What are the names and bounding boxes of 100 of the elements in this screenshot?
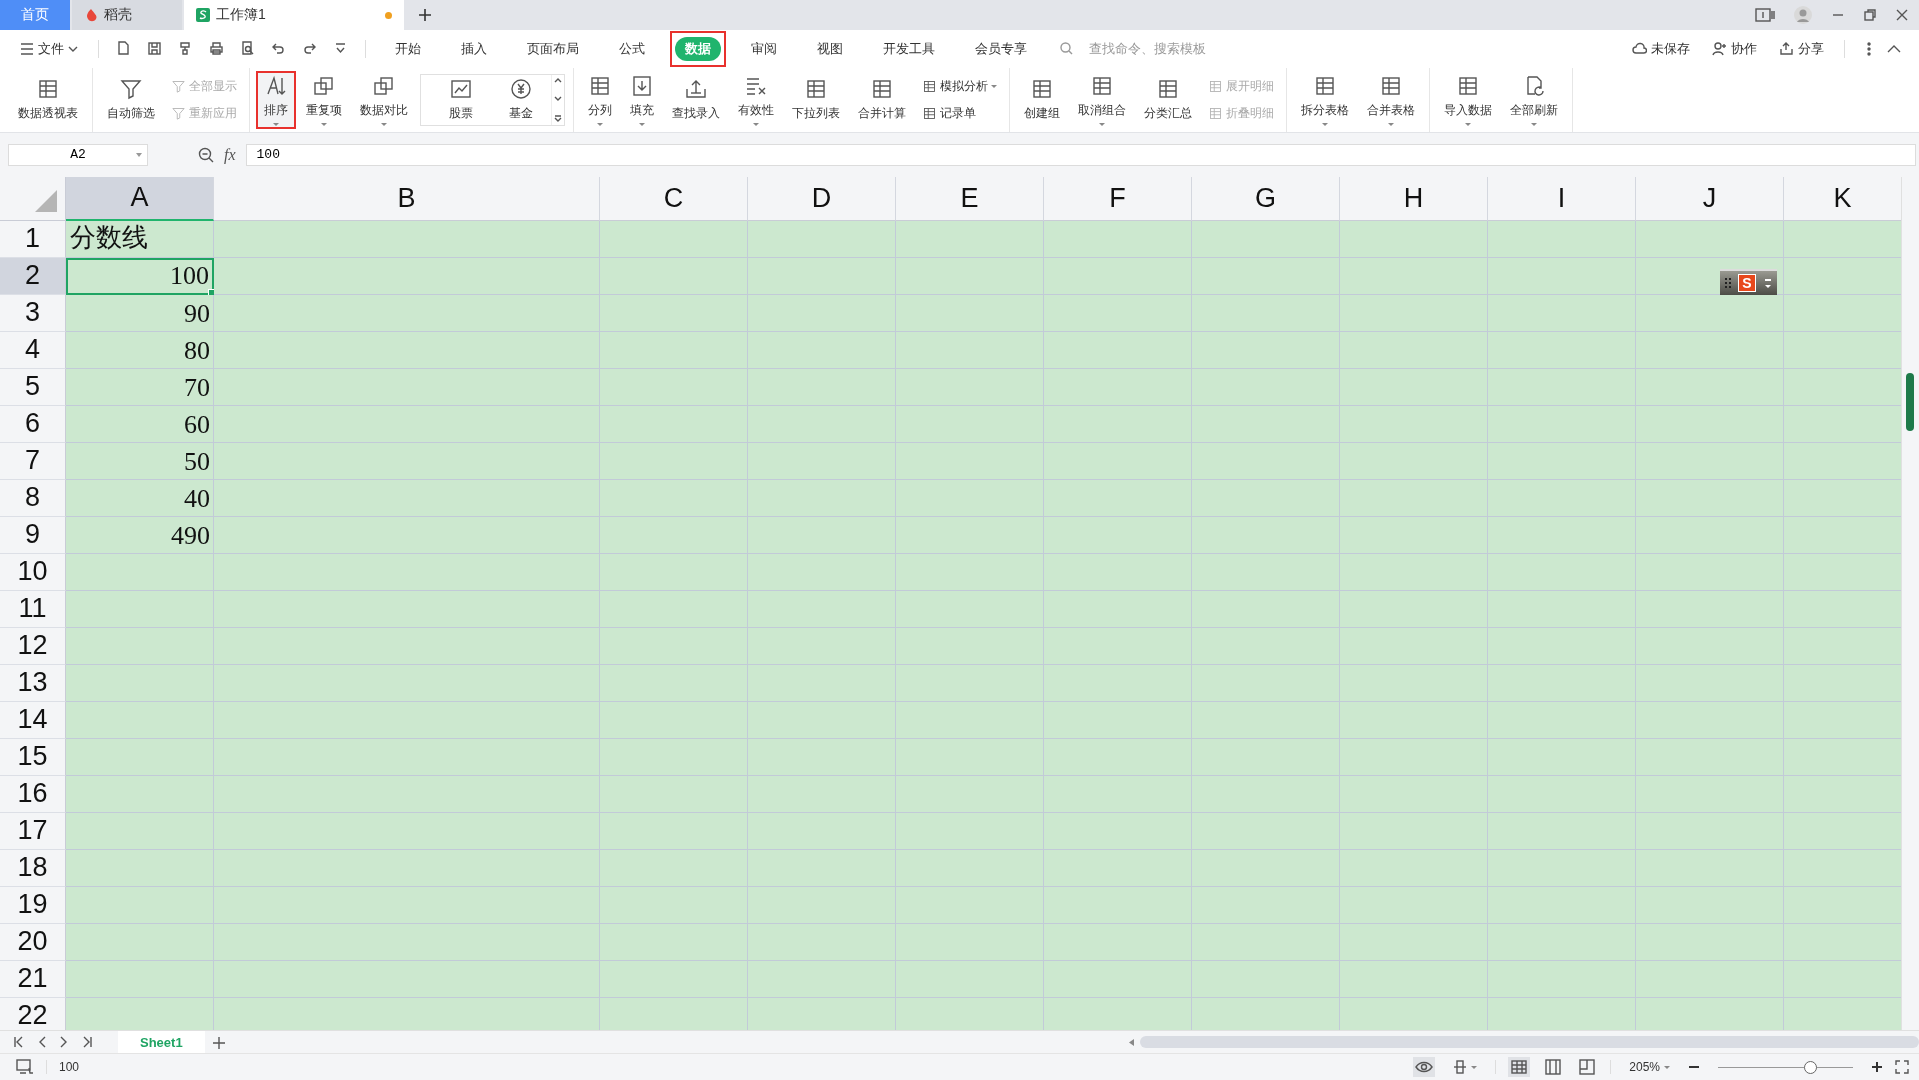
table-cell[interactable]: [1488, 590, 1636, 628]
table-cell[interactable]: [1044, 960, 1192, 998]
table-cell[interactable]: [214, 812, 600, 850]
table-cell[interactable]: [1784, 405, 1902, 443]
table-cell[interactable]: [1044, 294, 1192, 332]
table-cell[interactable]: [1044, 923, 1192, 961]
table-cell[interactable]: [600, 775, 748, 813]
table-cell[interactable]: [1044, 590, 1192, 628]
table-cell[interactable]: [896, 997, 1044, 1030]
row-header[interactable]: 11: [0, 590, 66, 628]
table-cell[interactable]: [896, 886, 1044, 924]
table-cell[interactable]: [1192, 220, 1340, 258]
table-cell[interactable]: [896, 442, 1044, 480]
scroll-left-icon[interactable]: [1129, 1038, 1134, 1046]
table-cell[interactable]: [600, 923, 748, 961]
table-cell[interactable]: [1192, 775, 1340, 813]
table-cell[interactable]: [896, 849, 1044, 887]
brush-icon[interactable]: [178, 41, 193, 57]
table-cell[interactable]: [1192, 812, 1340, 850]
table-cell[interactable]: [1488, 516, 1636, 554]
table-cell[interactable]: [1044, 257, 1192, 295]
table-cell[interactable]: [600, 997, 748, 1030]
table-cell[interactable]: [1784, 220, 1902, 258]
avatar-icon[interactable]: [1793, 5, 1813, 25]
table-cell[interactable]: [214, 738, 600, 776]
table-cell[interactable]: [1340, 849, 1488, 887]
table-cell[interactable]: [214, 997, 600, 1030]
table-cell[interactable]: [896, 627, 1044, 665]
ribbon-button[interactable]: 记录单: [920, 102, 999, 124]
scrollbar-thumb[interactable]: [1906, 372, 1914, 431]
table-cell[interactable]: [1636, 405, 1784, 443]
table-cell[interactable]: [1636, 368, 1784, 406]
table-cell[interactable]: [600, 479, 748, 517]
table-cell[interactable]: 40: [66, 479, 214, 517]
row-header[interactable]: 15: [0, 738, 66, 776]
table-cell[interactable]: [1340, 479, 1488, 517]
table-cell[interactable]: [1784, 627, 1902, 665]
table-cell[interactable]: [214, 590, 600, 628]
table-cell[interactable]: 80: [66, 331, 214, 369]
table-cell[interactable]: [600, 738, 748, 776]
table-cell[interactable]: [1488, 442, 1636, 480]
table-cell[interactable]: [1784, 590, 1902, 628]
table-cell[interactable]: [1784, 331, 1902, 369]
table-cell[interactable]: [1044, 812, 1192, 850]
toolbar-button[interactable]: 未保存: [1624, 36, 1698, 61]
table-cell[interactable]: [1192, 960, 1340, 998]
ribbon-button[interactable]: 合并表格: [1359, 70, 1423, 129]
ribbon-button[interactable]: 下拉列表: [784, 70, 848, 129]
table-cell[interactable]: [214, 923, 600, 961]
table-cell[interactable]: [600, 960, 748, 998]
minimize-icon[interactable]: [1763, 276, 1773, 289]
table-cell[interactable]: [896, 479, 1044, 517]
row-header[interactable]: 3: [0, 294, 66, 332]
row-header[interactable]: 8: [0, 479, 66, 517]
horizontal-scrollbar[interactable]: [1140, 1036, 1919, 1048]
table-cell[interactable]: [1784, 516, 1902, 554]
table-cell[interactable]: [1488, 997, 1636, 1030]
row-header[interactable]: 14: [0, 701, 66, 739]
table-cell[interactable]: [600, 516, 748, 554]
table-cell[interactable]: [1488, 738, 1636, 776]
table-cell[interactable]: [1340, 960, 1488, 998]
table-cell[interactable]: [896, 775, 1044, 813]
table-cell[interactable]: [1340, 923, 1488, 961]
table-cell[interactable]: [1340, 997, 1488, 1030]
ribbon-tab[interactable]: 页面布局: [512, 30, 594, 67]
table-cell[interactable]: [1488, 849, 1636, 887]
ribbon-button[interactable]: 模拟分析: [920, 75, 999, 97]
table-cell[interactable]: [748, 257, 896, 295]
table-cell[interactable]: [748, 220, 896, 258]
table-cell[interactable]: [1192, 442, 1340, 480]
table-cell[interactable]: [214, 849, 600, 887]
column-header[interactable]: B: [214, 176, 600, 221]
ribbon-button[interactable]: 自动筛选: [99, 70, 163, 129]
table-cell[interactable]: [1340, 331, 1488, 369]
table-cell[interactable]: [600, 294, 748, 332]
row-header[interactable]: 13: [0, 664, 66, 702]
table-cell[interactable]: [1636, 923, 1784, 961]
table-cell[interactable]: [600, 405, 748, 443]
table-cell[interactable]: [1636, 849, 1784, 887]
table-cell[interactable]: [1636, 627, 1784, 665]
column-header[interactable]: F: [1044, 176, 1192, 221]
ribbon-button[interactable]: 创建组: [1016, 70, 1068, 129]
table-cell[interactable]: [600, 220, 748, 258]
table-cell[interactable]: [1340, 553, 1488, 591]
row-header[interactable]: 12: [0, 627, 66, 665]
table-cell[interactable]: [214, 368, 600, 406]
table-cell[interactable]: [214, 331, 600, 369]
table-cell[interactable]: [66, 997, 214, 1030]
table-cell[interactable]: [1192, 257, 1340, 295]
table-cell[interactable]: [1340, 664, 1488, 702]
table-cell[interactable]: [66, 701, 214, 739]
table-cell[interactable]: [1044, 553, 1192, 591]
table-cell[interactable]: [66, 923, 214, 961]
table-cell[interactable]: [1784, 960, 1902, 998]
ribbon-button[interactable]: 数据对比: [352, 70, 416, 129]
table-cell[interactable]: [1488, 701, 1636, 739]
table-cell[interactable]: [748, 701, 896, 739]
table-cell[interactable]: [214, 664, 600, 702]
table-cell[interactable]: [1784, 849, 1902, 887]
table-cell[interactable]: [1340, 886, 1488, 924]
